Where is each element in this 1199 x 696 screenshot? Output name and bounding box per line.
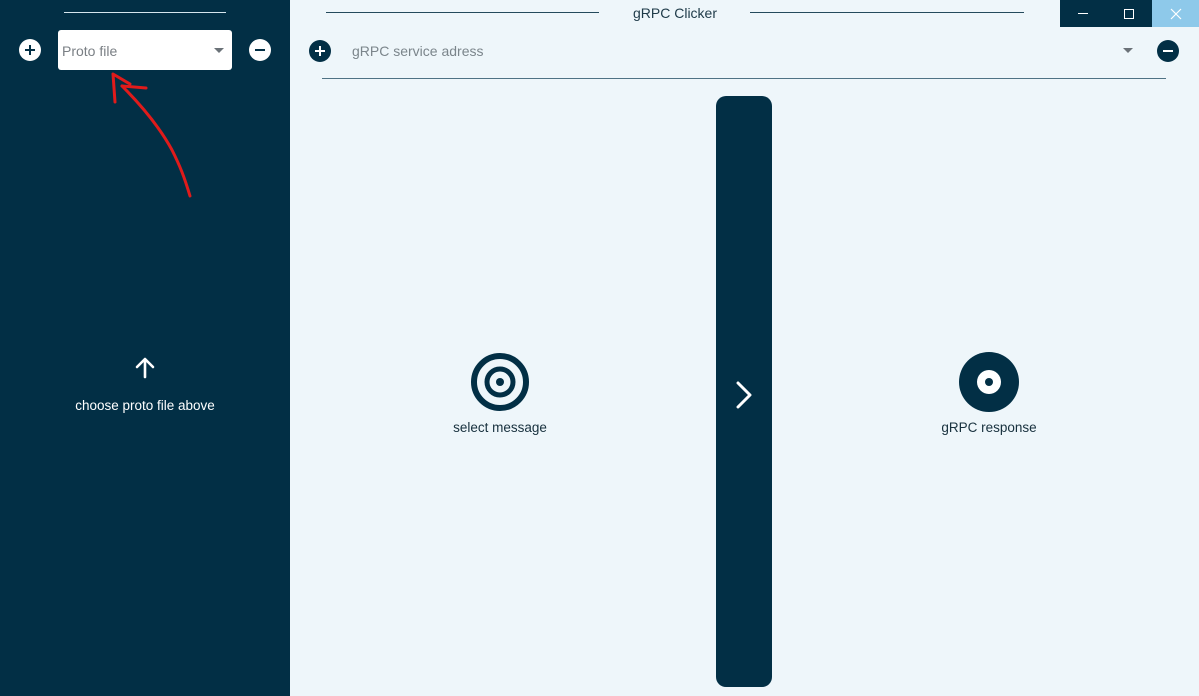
minimize-button[interactable]: [1060, 0, 1106, 27]
arrow-up-icon: [135, 357, 155, 379]
grpc-response-label: gRPC response: [941, 420, 1037, 435]
send-request-button[interactable]: [716, 96, 772, 687]
add-service-button[interactable]: [309, 40, 331, 62]
titlebar-line-left: [326, 12, 599, 13]
titlebar-line-right: [750, 12, 1024, 13]
minimize-icon: [1078, 13, 1088, 14]
minus-icon: [1163, 50, 1173, 52]
close-icon: [1170, 8, 1181, 19]
choose-proto-hint: choose proto file above: [75, 398, 215, 413]
chevron-down-icon[interactable]: [1123, 48, 1133, 53]
service-address-underline: [322, 78, 1166, 79]
target-icon: [959, 352, 1019, 412]
maximize-icon: [1124, 8, 1134, 19]
target-icon: [471, 353, 529, 411]
close-button[interactable]: [1152, 0, 1199, 27]
chevron-right-icon: [736, 381, 752, 409]
select-message-label: select message: [453, 420, 547, 435]
window-title: gRPC Clicker: [632, 5, 717, 21]
service-address-input[interactable]: gRPC service adress: [352, 43, 484, 59]
annotation-arrow: [111, 72, 192, 198]
remove-service-button[interactable]: [1157, 40, 1179, 62]
maximize-button[interactable]: [1106, 0, 1152, 27]
